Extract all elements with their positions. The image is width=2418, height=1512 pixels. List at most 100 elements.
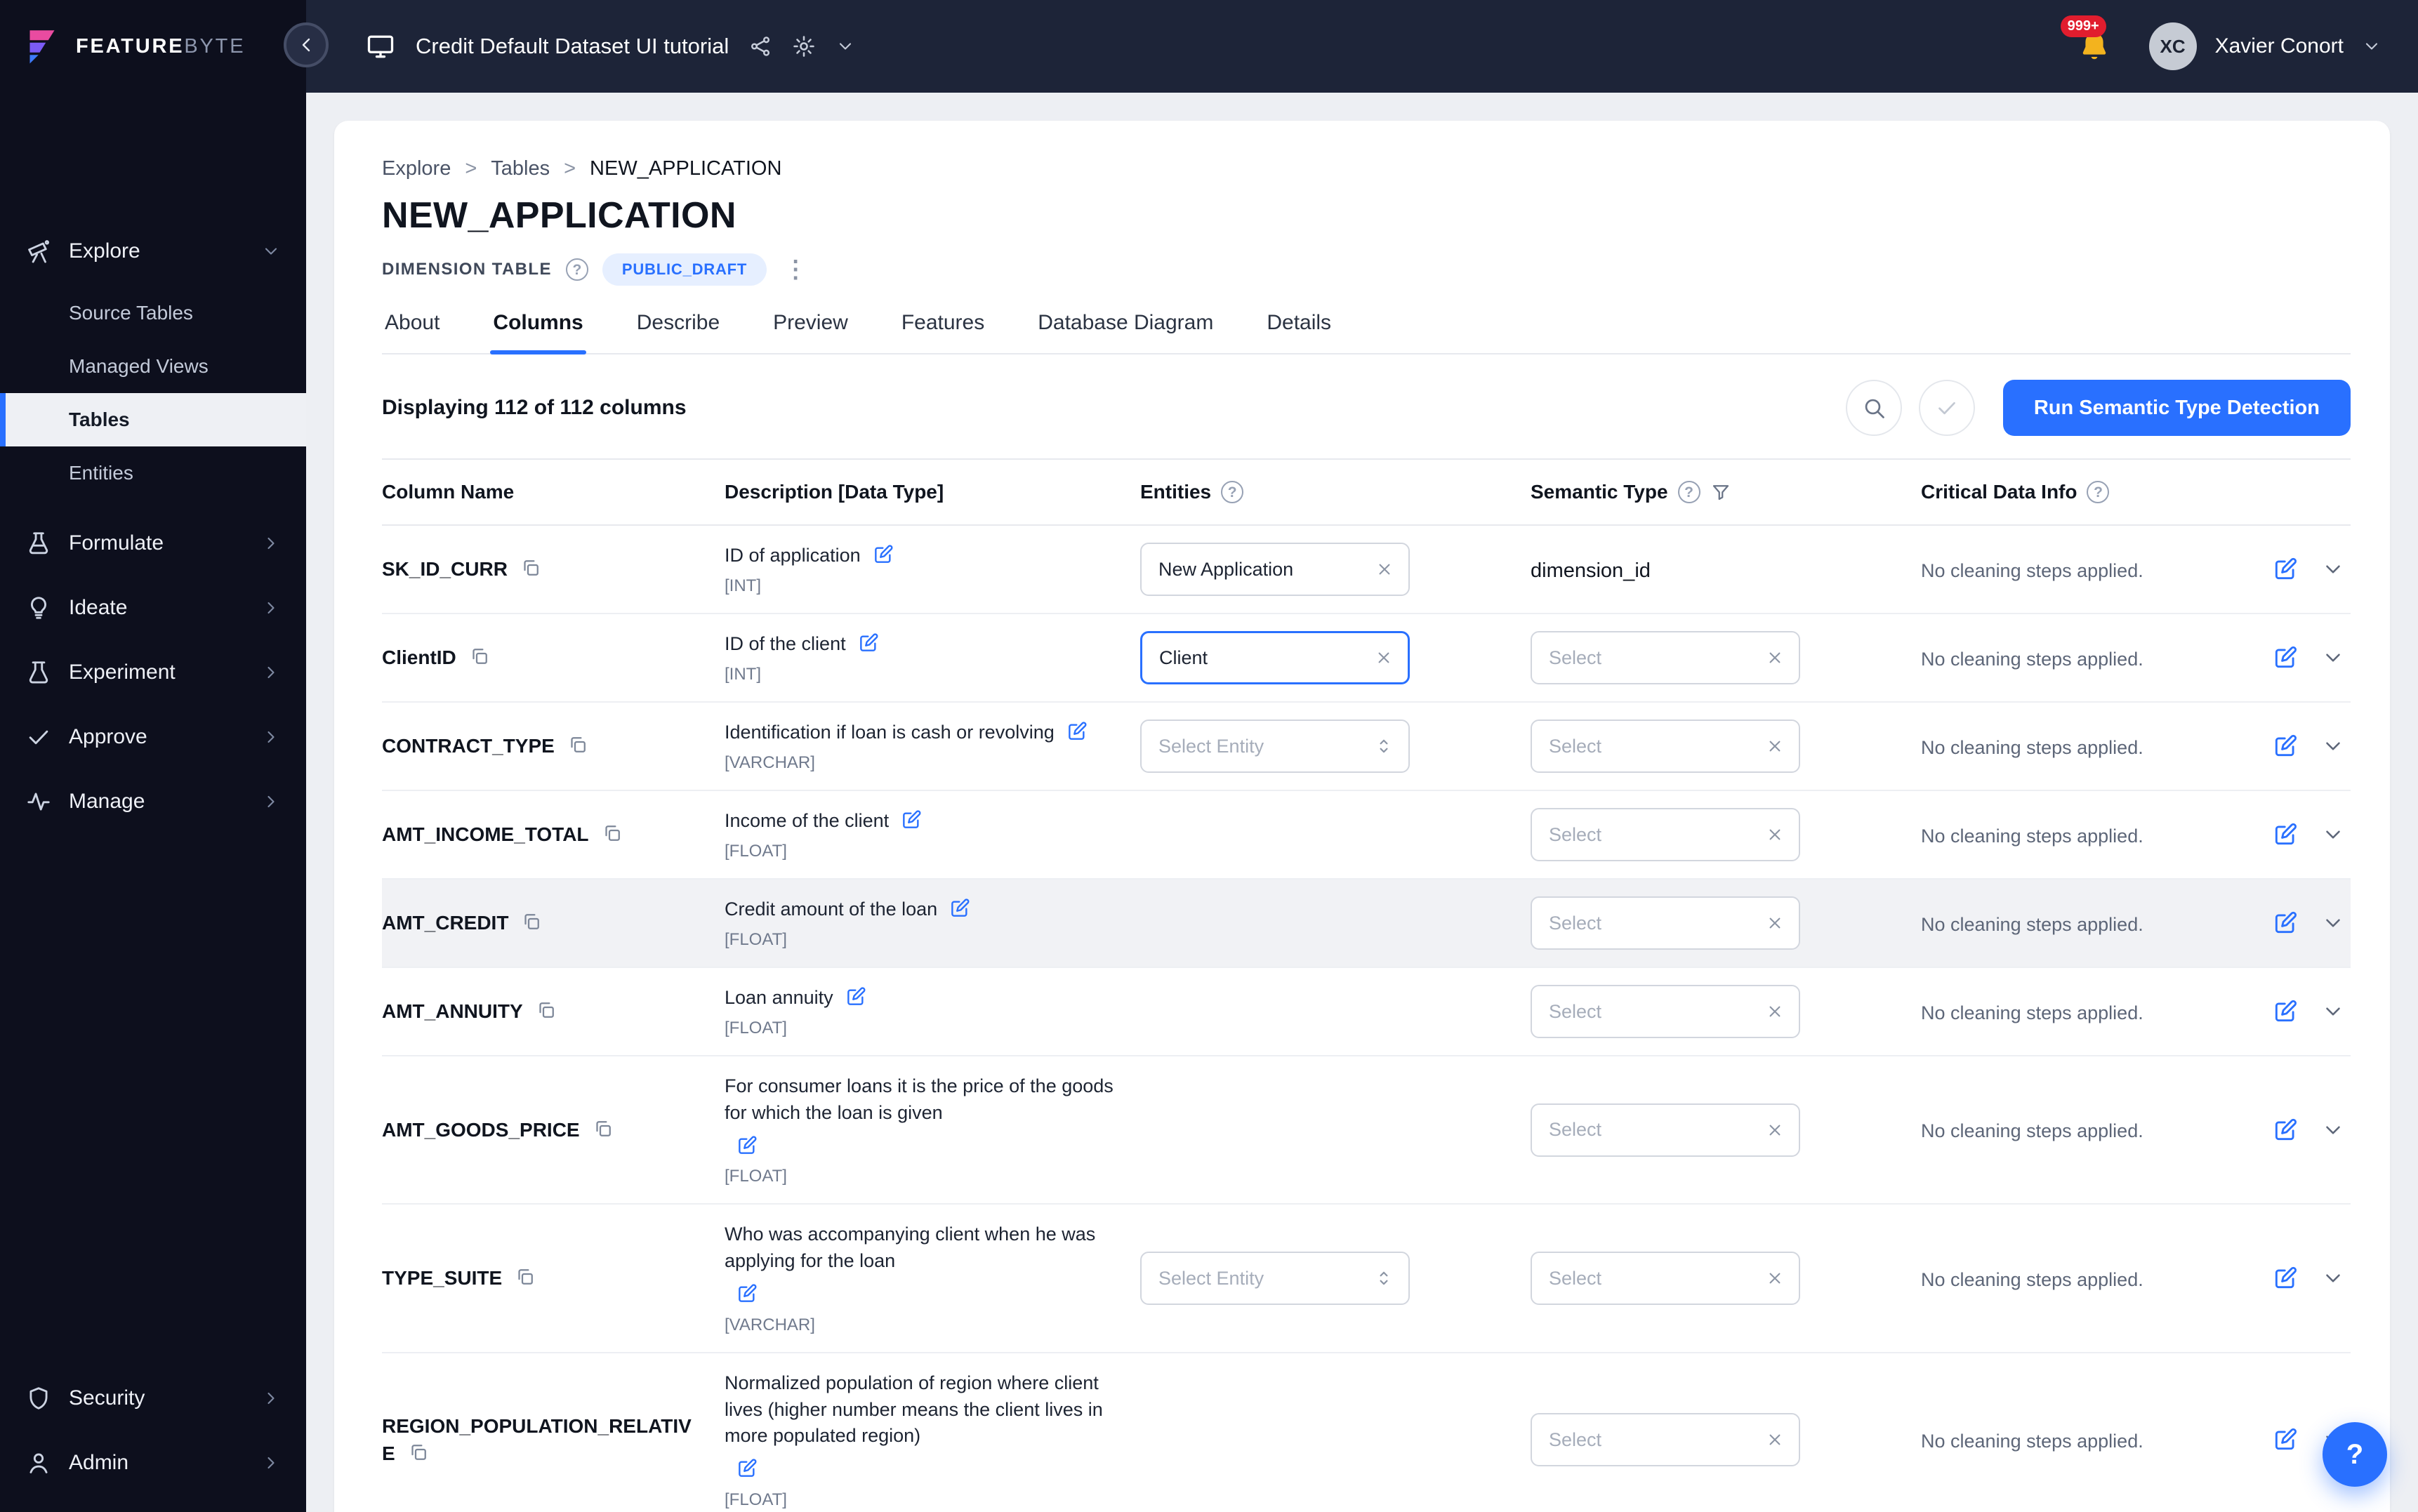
description-edit-line xyxy=(725,1457,1115,1483)
cleaning-status: No cleaning steps applied. xyxy=(1921,737,2143,758)
expand-row-icon[interactable] xyxy=(2321,646,2345,670)
breadcrumb-item-explore[interactable]: Explore xyxy=(382,157,451,180)
entities-help-icon[interactable]: ? xyxy=(1221,481,1243,503)
sidebar-item-experiment[interactable]: Experiment xyxy=(0,640,306,705)
filter-icon[interactable] xyxy=(1710,482,1731,503)
select-all-button[interactable] xyxy=(1919,380,1975,436)
entity-chip[interactable]: Client xyxy=(1140,631,1410,684)
expand-row-icon[interactable] xyxy=(2321,557,2345,581)
semantic-type-select[interactable]: Select xyxy=(1531,1252,1800,1305)
edit-column-icon[interactable] xyxy=(2272,644,2299,671)
clear-semantic-icon[interactable] xyxy=(1765,913,1785,933)
expand-row-icon[interactable] xyxy=(2321,911,2345,935)
copy-icon[interactable] xyxy=(593,1118,614,1139)
sidebar-collapse-button[interactable] xyxy=(284,22,329,67)
entity-chip[interactable]: New Application xyxy=(1140,543,1410,596)
edit-column-icon[interactable] xyxy=(2272,1265,2299,1292)
sidebar-item-tables[interactable]: Tables xyxy=(0,393,306,446)
edit-column-icon[interactable] xyxy=(2272,910,2299,936)
copy-icon[interactable] xyxy=(521,911,542,932)
clear-semantic-icon[interactable] xyxy=(1765,1430,1785,1450)
semantic-type-select[interactable]: Select xyxy=(1531,896,1800,950)
edit-column-icon[interactable] xyxy=(2272,998,2299,1025)
semantic-type-select[interactable]: Select xyxy=(1531,719,1800,773)
sidebar-item-entities[interactable]: Entities xyxy=(0,446,306,500)
settings-gear-icon[interactable] xyxy=(792,34,816,58)
copy-icon[interactable] xyxy=(515,1266,536,1287)
copy-icon[interactable] xyxy=(520,557,541,578)
semantic-type-select[interactable]: Select xyxy=(1531,631,1800,684)
sidebar-item-managed-views[interactable]: Managed Views xyxy=(0,340,306,393)
description-text: For consumer loans it is the price of th… xyxy=(725,1075,1114,1123)
clear-semantic-icon[interactable] xyxy=(1765,648,1785,668)
edit-column-icon[interactable] xyxy=(2272,1117,2299,1143)
tab-about[interactable]: About xyxy=(382,311,442,353)
semantic-type-select[interactable]: Select xyxy=(1531,1413,1800,1466)
edit-column-icon[interactable] xyxy=(2272,556,2299,583)
entity-select[interactable]: Select Entity xyxy=(1140,1252,1410,1305)
avatar[interactable]: XC xyxy=(2149,22,2197,70)
clear-semantic-icon[interactable] xyxy=(1765,1268,1785,1288)
table-meta: DIMENSION TABLE ? PUBLIC_DRAFT ⋮ xyxy=(382,253,2351,286)
expand-row-icon[interactable] xyxy=(2321,823,2345,847)
tab-details[interactable]: Details xyxy=(1264,311,1334,353)
share-icon[interactable] xyxy=(748,34,772,58)
sidebar-item-manage[interactable]: Manage xyxy=(0,769,306,834)
edit-column-icon[interactable] xyxy=(2272,733,2299,760)
remove-entity-icon[interactable] xyxy=(1374,648,1394,668)
edit-description-icon[interactable] xyxy=(857,632,880,654)
sidebar-item-explore[interactable]: Explore xyxy=(0,219,306,284)
sidebar-item-security[interactable]: Security xyxy=(0,1366,306,1431)
semantic-type-select[interactable]: Select xyxy=(1531,985,1800,1038)
clear-semantic-icon[interactable] xyxy=(1765,1002,1785,1021)
breadcrumb-item-tables[interactable]: Tables xyxy=(491,157,550,180)
user-menu-chevron-icon[interactable] xyxy=(2362,37,2381,56)
table-type-help-icon[interactable]: ? xyxy=(566,258,588,281)
sidebar-item-approve[interactable]: Approve xyxy=(0,705,306,769)
edit-description-icon[interactable] xyxy=(949,897,971,920)
clear-semantic-icon[interactable] xyxy=(1765,825,1785,844)
sidebar-item-admin[interactable]: Admin xyxy=(0,1431,306,1495)
edit-description-icon[interactable] xyxy=(845,986,867,1008)
remove-entity-icon[interactable] xyxy=(1375,559,1394,579)
entity-select[interactable]: Select Entity xyxy=(1140,719,1410,773)
edit-description-icon[interactable] xyxy=(736,1282,758,1305)
sidebar-item-ideate[interactable]: Ideate xyxy=(0,576,306,640)
critical-data-help-icon[interactable]: ? xyxy=(2087,481,2109,503)
expand-row-icon[interactable] xyxy=(2321,1000,2345,1023)
copy-icon[interactable] xyxy=(567,734,588,755)
edit-description-icon[interactable] xyxy=(900,809,923,831)
tab-features[interactable]: Features xyxy=(899,311,987,353)
semantic-type-select[interactable]: Select xyxy=(1531,1103,1800,1157)
expand-row-icon[interactable] xyxy=(2321,1118,2345,1142)
semantic-type-help-icon[interactable]: ? xyxy=(1678,481,1700,503)
sidebar-item-formulate[interactable]: Formulate xyxy=(0,511,306,576)
edit-description-icon[interactable] xyxy=(736,1134,758,1157)
expand-row-icon[interactable] xyxy=(2321,1266,2345,1290)
expand-row-icon[interactable] xyxy=(2321,734,2345,758)
cleaning-status: No cleaning steps applied. xyxy=(1921,1120,2143,1141)
copy-icon[interactable] xyxy=(602,823,623,844)
workspace-chevron-down-icon[interactable] xyxy=(835,37,855,56)
edit-column-icon[interactable] xyxy=(2272,821,2299,848)
semantic-type-select[interactable]: Select xyxy=(1531,808,1800,861)
tab-describe[interactable]: Describe xyxy=(634,311,722,353)
search-button[interactable] xyxy=(1846,380,1902,436)
copy-icon[interactable] xyxy=(469,646,490,667)
notifications-button[interactable]: 999+ xyxy=(2077,29,2111,63)
edit-column-icon[interactable] xyxy=(2272,1426,2299,1453)
clear-semantic-icon[interactable] xyxy=(1765,736,1785,756)
clear-semantic-icon[interactable] xyxy=(1765,1120,1785,1140)
help-fab[interactable]: ? xyxy=(2323,1422,2387,1487)
copy-icon[interactable] xyxy=(536,1000,557,1021)
run-semantic-type-detection-button[interactable]: Run Semantic Type Detection xyxy=(2003,380,2351,436)
more-menu-icon[interactable]: ⋮ xyxy=(784,256,807,284)
sidebar-item-source-tables[interactable]: Source Tables xyxy=(0,286,306,340)
tab-database-diagram[interactable]: Database Diagram xyxy=(1035,311,1216,353)
edit-description-icon[interactable] xyxy=(1066,720,1088,743)
edit-description-icon[interactable] xyxy=(736,1457,758,1480)
tab-columns[interactable]: Columns xyxy=(490,311,586,353)
tab-preview[interactable]: Preview xyxy=(770,311,851,353)
copy-icon[interactable] xyxy=(408,1442,429,1463)
edit-description-icon[interactable] xyxy=(872,543,894,566)
